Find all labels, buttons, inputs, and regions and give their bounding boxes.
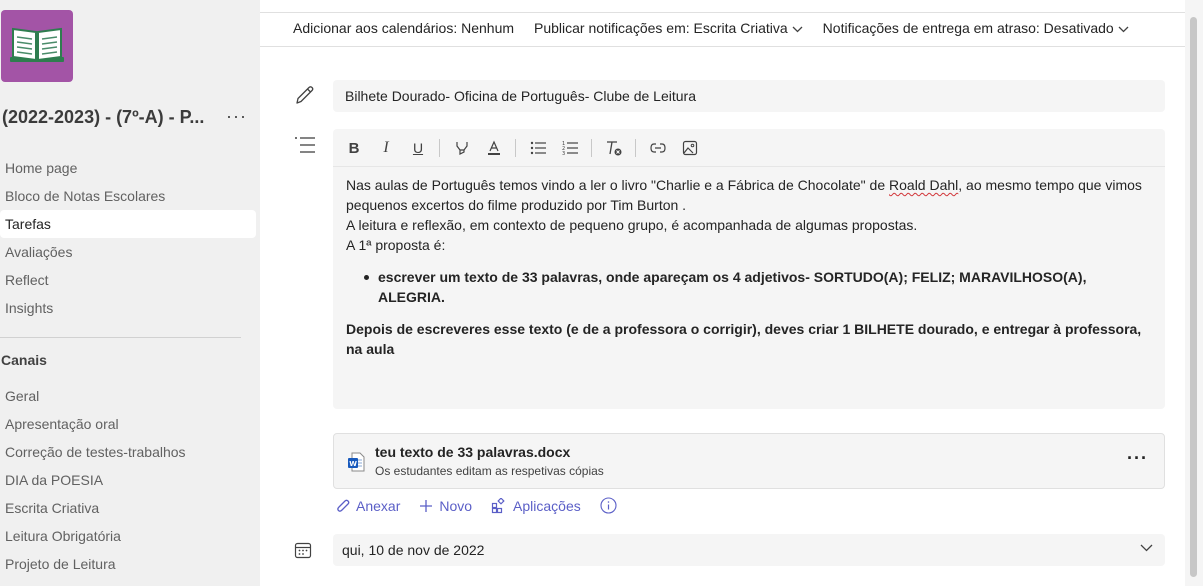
due-date-value: qui, 10 de nov de 2022 [342,542,485,558]
team-name[interactable]: (2022-2023) - (7º-A) - P... [2,107,204,128]
channel-item-dia-da-poesia[interactable]: DIA da POESIA [0,466,256,494]
publish-notifications-label: Publicar notificações em: Escrita Criati… [534,20,788,36]
calendar-icon [294,542,312,559]
assignment-editor-panel: Adicionar aos calendários: Nenhum Public… [260,0,1185,586]
italic-icon[interactable]: I [375,137,397,159]
team-more-options-button[interactable]: ··· [226,106,247,127]
assignment-title-text: Bilhete Dourado- Oficina de Português- C… [345,88,696,104]
instructions-text[interactable]: Nas aulas de Português temos vindo a ler… [346,175,1151,359]
instructions-editor[interactable]: B I U 123 Nas aulas de Português temos v… [333,129,1165,409]
instructions-closing-paragraph: Depois de escreveres esse texto (e de a … [346,321,1142,357]
bold-icon[interactable]: B [343,137,365,159]
channel-item-geral[interactable]: Geral [0,382,256,410]
sidebar: (2022-2023) - (7º-A) - P... ··· Home pag… [0,0,260,586]
svg-text:W: W [349,460,357,468]
chevron-down-icon [1140,544,1153,552]
sidebar-divider [0,337,241,338]
toolbar-separator [439,139,440,157]
attachment-more-options-button[interactable]: ··· [1127,448,1148,469]
attach-label: Anexar [356,497,401,514]
attachment-permission-text: Os estudantes editam as respetivas cópia… [375,464,604,478]
chevron-down-icon [792,26,803,33]
add-to-calendars-setting[interactable]: Adicionar aos calendários: Nenhum [293,20,514,36]
toolbar-separator [515,139,516,157]
insert-image-icon[interactable] [679,137,701,159]
spellcheck-word: Roald Dahl [889,177,959,193]
link-icon[interactable] [647,137,669,159]
add-to-calendars-label: Adicionar aos calendários: Nenhum [293,20,515,36]
scrollbar-thumb[interactable] [1190,17,1197,577]
channels-heading: Canais [1,352,47,368]
chevron-down-icon [1118,26,1129,33]
nav-item-grades[interactable]: Avaliações [0,238,256,266]
apps-icon [491,497,505,513]
late-notifications-setting[interactable]: Notificações de entrega em atraso: Desat… [823,20,1129,36]
attachment-card[interactable]: W teu texto de 33 palavras.docx Os estud… [333,433,1165,489]
nav-item-assignments[interactable]: Tarefas [0,210,256,238]
channel-item-projeto-de-leitura[interactable]: Projeto de Leitura [0,550,256,578]
nav-item-reflect[interactable]: Reflect [0,266,256,294]
toolbar-separator [591,139,592,157]
attachment-actions: Anexar Novo Aplicações [336,497,617,514]
toolbar-divider [260,46,1185,47]
channel-item-apresentacao-oral[interactable]: Apresentação oral [0,410,256,438]
highlight-icon[interactable] [451,137,473,159]
pencil-icon [296,86,314,104]
attach-button[interactable]: Anexar [336,498,400,514]
numbered-list-icon[interactable]: 123 [559,137,581,159]
formatting-toolbar: B I U 123 [333,129,1165,167]
due-date-picker[interactable]: qui, 10 de nov de 2022 [333,534,1165,566]
instructions-paragraph-2: A leitura e reflexão, em contexto de peq… [346,217,918,233]
word-document-icon: W [348,452,365,472]
apps-button[interactable]: Aplicações [491,497,581,514]
channel-item-correcao-testes[interactable]: Correção de testes-trabalhos [0,438,256,466]
underline-icon[interactable]: U [407,137,429,159]
bullet-list-icon[interactable] [527,137,549,159]
instructions-paragraph-3: A 1ª proposta é: [346,237,446,253]
instructions-bullet-item: escrever um texto de 33 palavras, onde a… [346,267,1151,307]
toolbar-separator [635,139,636,157]
nav-item-insights[interactable]: Insights [0,294,256,322]
plus-icon [420,499,433,512]
assignment-title-input[interactable]: Bilhete Dourado- Oficina de Português- C… [333,80,1165,112]
open-book-icon [10,27,64,62]
publish-notifications-setting[interactable]: Publicar notificações em: Escrita Criati… [534,20,803,36]
top-divider [260,12,1185,13]
info-icon[interactable] [600,497,617,514]
instructions-icon [295,137,315,153]
instructions-paragraph-1: Nas aulas de Português temos vindo a ler… [346,175,1151,215]
late-notifications-label: Notificações de entrega em atraso: Desat… [822,20,1114,36]
vertical-scrollbar[interactable] [1185,0,1203,586]
channels-list: Geral Apresentação oral Correção de test… [0,382,256,578]
team-nav-list: Home page Bloco de Notas Escolares Taref… [0,154,256,322]
team-logo[interactable] [1,10,73,82]
channel-item-leitura-obrigatoria[interactable]: Leitura Obrigatória [0,522,256,550]
svg-text:3: 3 [562,151,565,156]
nav-item-home-page[interactable]: Home page [0,154,256,182]
clear-formatting-icon[interactable] [603,137,625,159]
font-color-icon[interactable] [483,137,505,159]
nav-item-class-notebook[interactable]: Bloco de Notas Escolares [0,182,256,210]
instructions-text-segment: Nas aulas de Português temos vindo a ler… [346,177,890,193]
attachment-file-name[interactable]: teu texto de 33 palavras.docx [375,444,570,460]
apps-label: Aplicações [513,497,581,514]
new-button[interactable]: Novo [419,498,472,514]
channel-item-escrita-criativa[interactable]: Escrita Criativa [0,494,256,522]
paperclip-icon [337,499,350,512]
assignment-settings-bar: Adicionar aos calendários: Nenhum Public… [293,20,1129,36]
new-label: Novo [439,497,473,514]
